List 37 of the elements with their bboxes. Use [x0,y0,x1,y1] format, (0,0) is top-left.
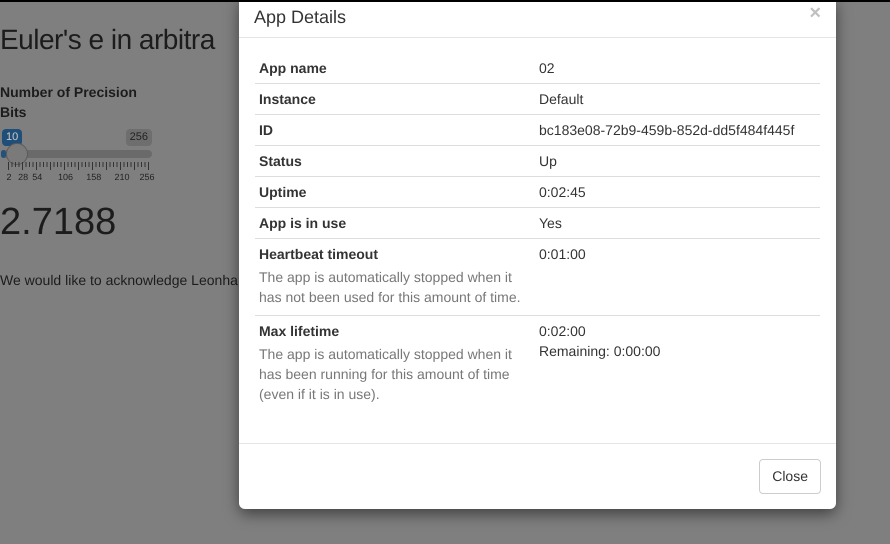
acknowledgement-text: We would like to acknowledge Leonha [0,271,238,290]
row-label: Heartbeat timeout [259,245,380,263]
row-label: ID [259,121,274,139]
row-label: App is in use [259,214,348,232]
result-value: 2.7188 [0,200,116,244]
row-extra: Remaining: 0:00:00 [539,342,662,360]
tick-label: 28 [18,171,28,184]
page-title: Euler's e in arbitra [0,23,215,57]
slider-label: Number of Precision Bits [0,83,138,122]
row-value: 0:02:45 [539,183,587,201]
row-value: 0:02:00 [539,322,587,340]
slider-max: 256 [126,129,152,146]
row-label: Max lifetime [259,322,340,340]
tick-label: 256 [139,171,155,184]
slider-track[interactable] [1,143,152,165]
row-value: Default [539,90,584,108]
slider-thumb[interactable] [6,143,28,165]
row-value: 0:01:00 [539,245,587,263]
row-label: Uptime [259,183,308,201]
row-label: Instance [259,90,317,108]
close-button[interactable]: Close [759,459,821,494]
row-value: 02 [539,59,556,77]
tick-label: 106 [58,171,74,184]
slider-value: 10 [2,129,22,146]
tick-label: 158 [86,171,102,184]
row-label: Status [259,152,303,170]
tick-label: 2 [6,171,12,184]
tick-marks-icon [8,162,150,170]
row-label: App name [259,59,328,77]
row-value: Yes [539,214,563,232]
row-description: The app is automatically stopped when it has been running for this amount of time (even if it is in use). [259,345,513,404]
dialog-title: App Details [254,6,346,29]
row-description: The app is automatically stopped when it has not been used for this amount of time. [259,268,522,307]
row-value: Up [539,152,558,170]
tick-label: 210 [114,171,130,184]
row-value: bc183e08-72b9-459b-852d-dd5f484f445f [539,121,796,139]
tick-label: 54 [32,171,42,184]
